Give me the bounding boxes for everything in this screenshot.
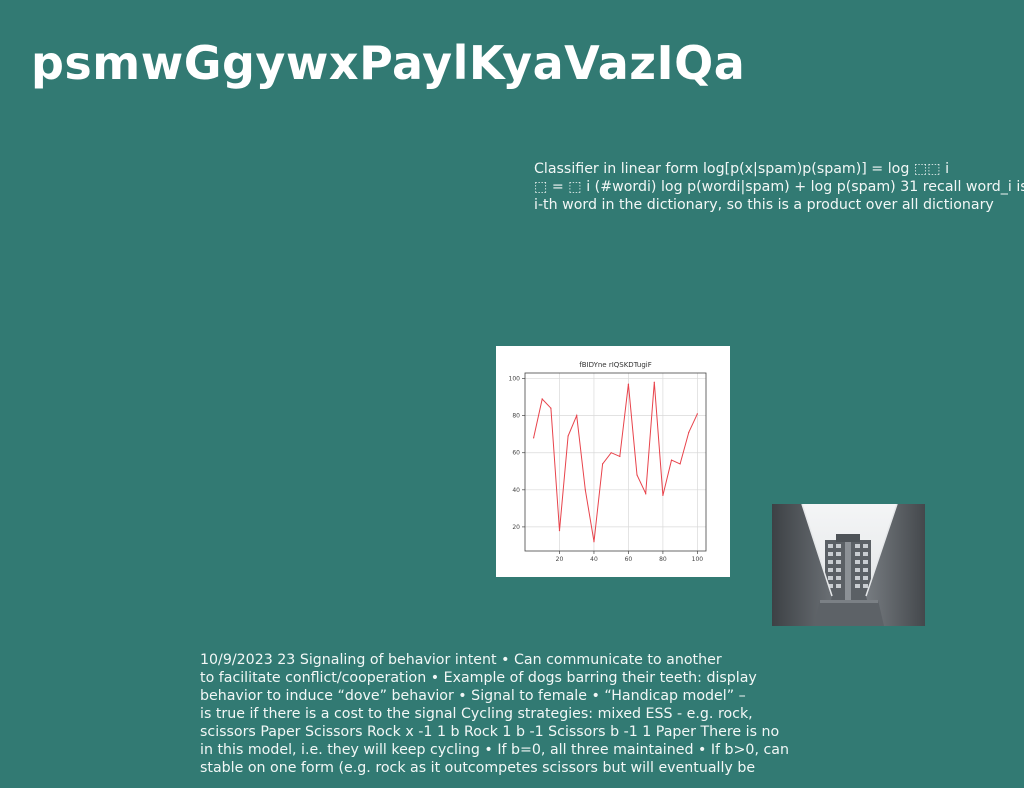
data-point [627, 383, 630, 385]
data-point [645, 492, 647, 495]
x-tick-label: 100 [692, 556, 704, 563]
data-point [558, 530, 561, 532]
building-photo-image [772, 504, 925, 626]
text-line: in this model, i.e. they will keep cycli… [200, 742, 789, 758]
text-line: i-th word in the dictionary, so this is … [534, 197, 994, 213]
text-line: stable on one form (e.g. rock as it outc… [200, 760, 756, 776]
x-tick-label: 20 [556, 556, 564, 563]
y-tick-label: 40 [512, 487, 520, 494]
text-line: 10/9/2023 23 Signaling of behavior inten… [200, 652, 722, 668]
slide-title: psmwGgywxPaylKyaVazIQa [31, 36, 746, 90]
y-tick-label: 20 [512, 524, 520, 531]
text-line: ⬚ = ⬚ i (#wordi) log p(wordi|spam) + log… [534, 179, 1024, 195]
data-point [533, 437, 535, 439]
x-tick-label: 40 [590, 556, 598, 563]
text-line: behavior to induce “dove” behavior • Sig… [200, 688, 746, 704]
x-tick-label: 60 [625, 556, 633, 563]
text-line: to facilitate conflict/cooperation • Exa… [200, 670, 757, 686]
data-point [601, 463, 604, 465]
data-point [679, 463, 681, 465]
line-chart-card: fBIDYne rIQSKDTugiF 20 40 60 80 100 20 40 60 80 10… [496, 346, 730, 577]
data-point [593, 541, 595, 543]
x-tick-label: 80 [659, 556, 667, 563]
y-tick-label: 100 [509, 376, 521, 383]
line-chart: fBIDYne rIQSKDTugiF 20 40 60 80 100 20 40 60 80 10… [509, 361, 707, 563]
data-point [653, 381, 655, 383]
data-point [636, 474, 638, 476]
series-line [533, 382, 698, 542]
data-point [619, 455, 621, 458]
building-photo [772, 504, 925, 626]
chart-title: fBIDYne rIQSKDTugiF [579, 361, 652, 369]
data-point [688, 431, 690, 433]
data-point [670, 459, 673, 461]
plot-frame [524, 372, 707, 552]
text-line: is true if there is a cost to the signal… [200, 706, 753, 722]
y-tick-label: 60 [512, 450, 520, 457]
data-point [567, 435, 569, 437]
signaling-text-block: 10/9/2023 23 Signaling of behavior inten… [200, 651, 800, 777]
data-point [662, 494, 664, 496]
data-point [696, 413, 698, 415]
text-line: Classifier in linear form log[p(x|spam)p… [534, 161, 950, 177]
data-point [541, 398, 543, 400]
y-tick-label: 80 [512, 413, 520, 420]
classifier-text-block: Classifier in linear form log[p(x|spam)p… [534, 160, 1024, 214]
data-point [550, 407, 552, 409]
text-line: scissors Paper Scissors Rock x -1 1 b Ro… [200, 724, 780, 740]
data-point [584, 489, 586, 491]
data-point [610, 452, 612, 454]
data-point [576, 415, 578, 417]
